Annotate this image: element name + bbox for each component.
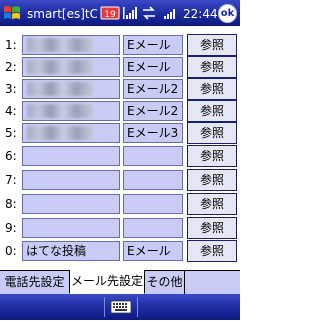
reference-button[interactable]: 参照 <box>187 193 237 215</box>
blurred-name <box>27 38 93 52</box>
keyboard-icon <box>110 300 132 314</box>
reference-button[interactable]: 参照 <box>187 240 237 262</box>
list-item: 1: Eメール 参照 <box>0 34 240 56</box>
name-field[interactable] <box>22 170 120 190</box>
reference-button[interactable]: 参照 <box>187 169 237 191</box>
list-item: 9: 参照 <box>0 217 240 239</box>
row-number: 1: <box>5 38 17 52</box>
windows-start-icon[interactable] <box>3 4 21 22</box>
row-number: 4: <box>5 104 17 118</box>
name-field[interactable] <box>22 79 120 99</box>
name-field[interactable] <box>22 194 120 214</box>
list-item: 7: 参照 <box>0 169 240 191</box>
type-field[interactable]: Eメール <box>123 35 183 55</box>
list-item: 0: はてな投稿 Eメール 参照 <box>0 240 240 262</box>
volume-icon[interactable] <box>162 5 178 21</box>
type-field[interactable]: Eメール3 <box>123 123 183 143</box>
type-field[interactable]: Eメール <box>123 241 183 261</box>
reference-button[interactable]: 参照 <box>187 78 237 100</box>
sync-icon[interactable] <box>141 5 157 21</box>
reference-button[interactable]: 参照 <box>187 145 237 167</box>
reference-button[interactable]: 参照 <box>187 56 237 78</box>
name-field[interactable] <box>22 35 120 55</box>
type-field[interactable]: Eメール2 <box>123 101 183 121</box>
reference-button[interactable]: 参照 <box>187 34 237 56</box>
menu-bar <box>0 294 240 320</box>
type-field[interactable]: Eメール2 <box>123 79 183 99</box>
type-field[interactable] <box>123 146 183 166</box>
blurred-name <box>27 82 93 96</box>
type-field[interactable] <box>123 170 183 190</box>
name-field[interactable] <box>22 57 120 77</box>
blurred-name <box>27 126 93 140</box>
row-number: 9: <box>5 221 17 235</box>
type-field[interactable] <box>123 194 183 214</box>
type-field[interactable]: Eメール <box>123 57 183 77</box>
tab-mail-settings[interactable]: メール先設定 <box>69 270 145 294</box>
ok-button[interactable]: ok <box>218 4 237 23</box>
type-field[interactable] <box>123 218 183 238</box>
blurred-name <box>27 60 93 74</box>
row-number: 6: <box>5 149 17 163</box>
name-field[interactable]: はてな投稿 <box>22 241 120 261</box>
list-item: 4: Eメール2 参照 <box>0 100 240 122</box>
row-number: 8: <box>5 197 17 211</box>
title-bar: smart[es]tC 19 22:44 ok <box>0 0 240 26</box>
list-item: 3: Eメール2 参照 <box>0 78 240 100</box>
tab-phone-settings[interactable]: 電話先設定 <box>0 271 69 294</box>
reference-button[interactable]: 参照 <box>187 217 237 239</box>
svg-text:19: 19 <box>104 10 116 20</box>
signal-icon[interactable] <box>122 5 138 21</box>
mail-notification-icon[interactable]: 19 <box>100 5 120 21</box>
list-item: 2: Eメール 参照 <box>0 56 240 78</box>
keyboard-toggle[interactable] <box>104 297 138 317</box>
row-number: 7: <box>5 173 17 187</box>
reference-button[interactable]: 参照 <box>187 122 237 144</box>
tab-other[interactable]: その他 <box>145 271 185 294</box>
row-number: 3: <box>5 82 17 96</box>
name-field[interactable] <box>22 218 120 238</box>
row-number: 5: <box>5 126 17 140</box>
list-item: 8: 参照 <box>0 193 240 215</box>
reference-button[interactable]: 参照 <box>187 100 237 122</box>
name-field[interactable] <box>22 101 120 121</box>
row-number: 2: <box>5 60 17 74</box>
clock: 22:44 <box>183 7 218 21</box>
blurred-name <box>27 104 93 118</box>
name-field[interactable] <box>22 146 120 166</box>
list-item: 5: Eメール3 参照 <box>0 122 240 144</box>
list-item: 6: 参照 <box>0 145 240 167</box>
row-number: 0: <box>5 244 17 258</box>
name-field[interactable] <box>22 123 120 143</box>
app-title: smart[es]tC <box>27 7 97 21</box>
tab-strip: 電話先設定 メール先設定 その他 <box>0 270 240 295</box>
